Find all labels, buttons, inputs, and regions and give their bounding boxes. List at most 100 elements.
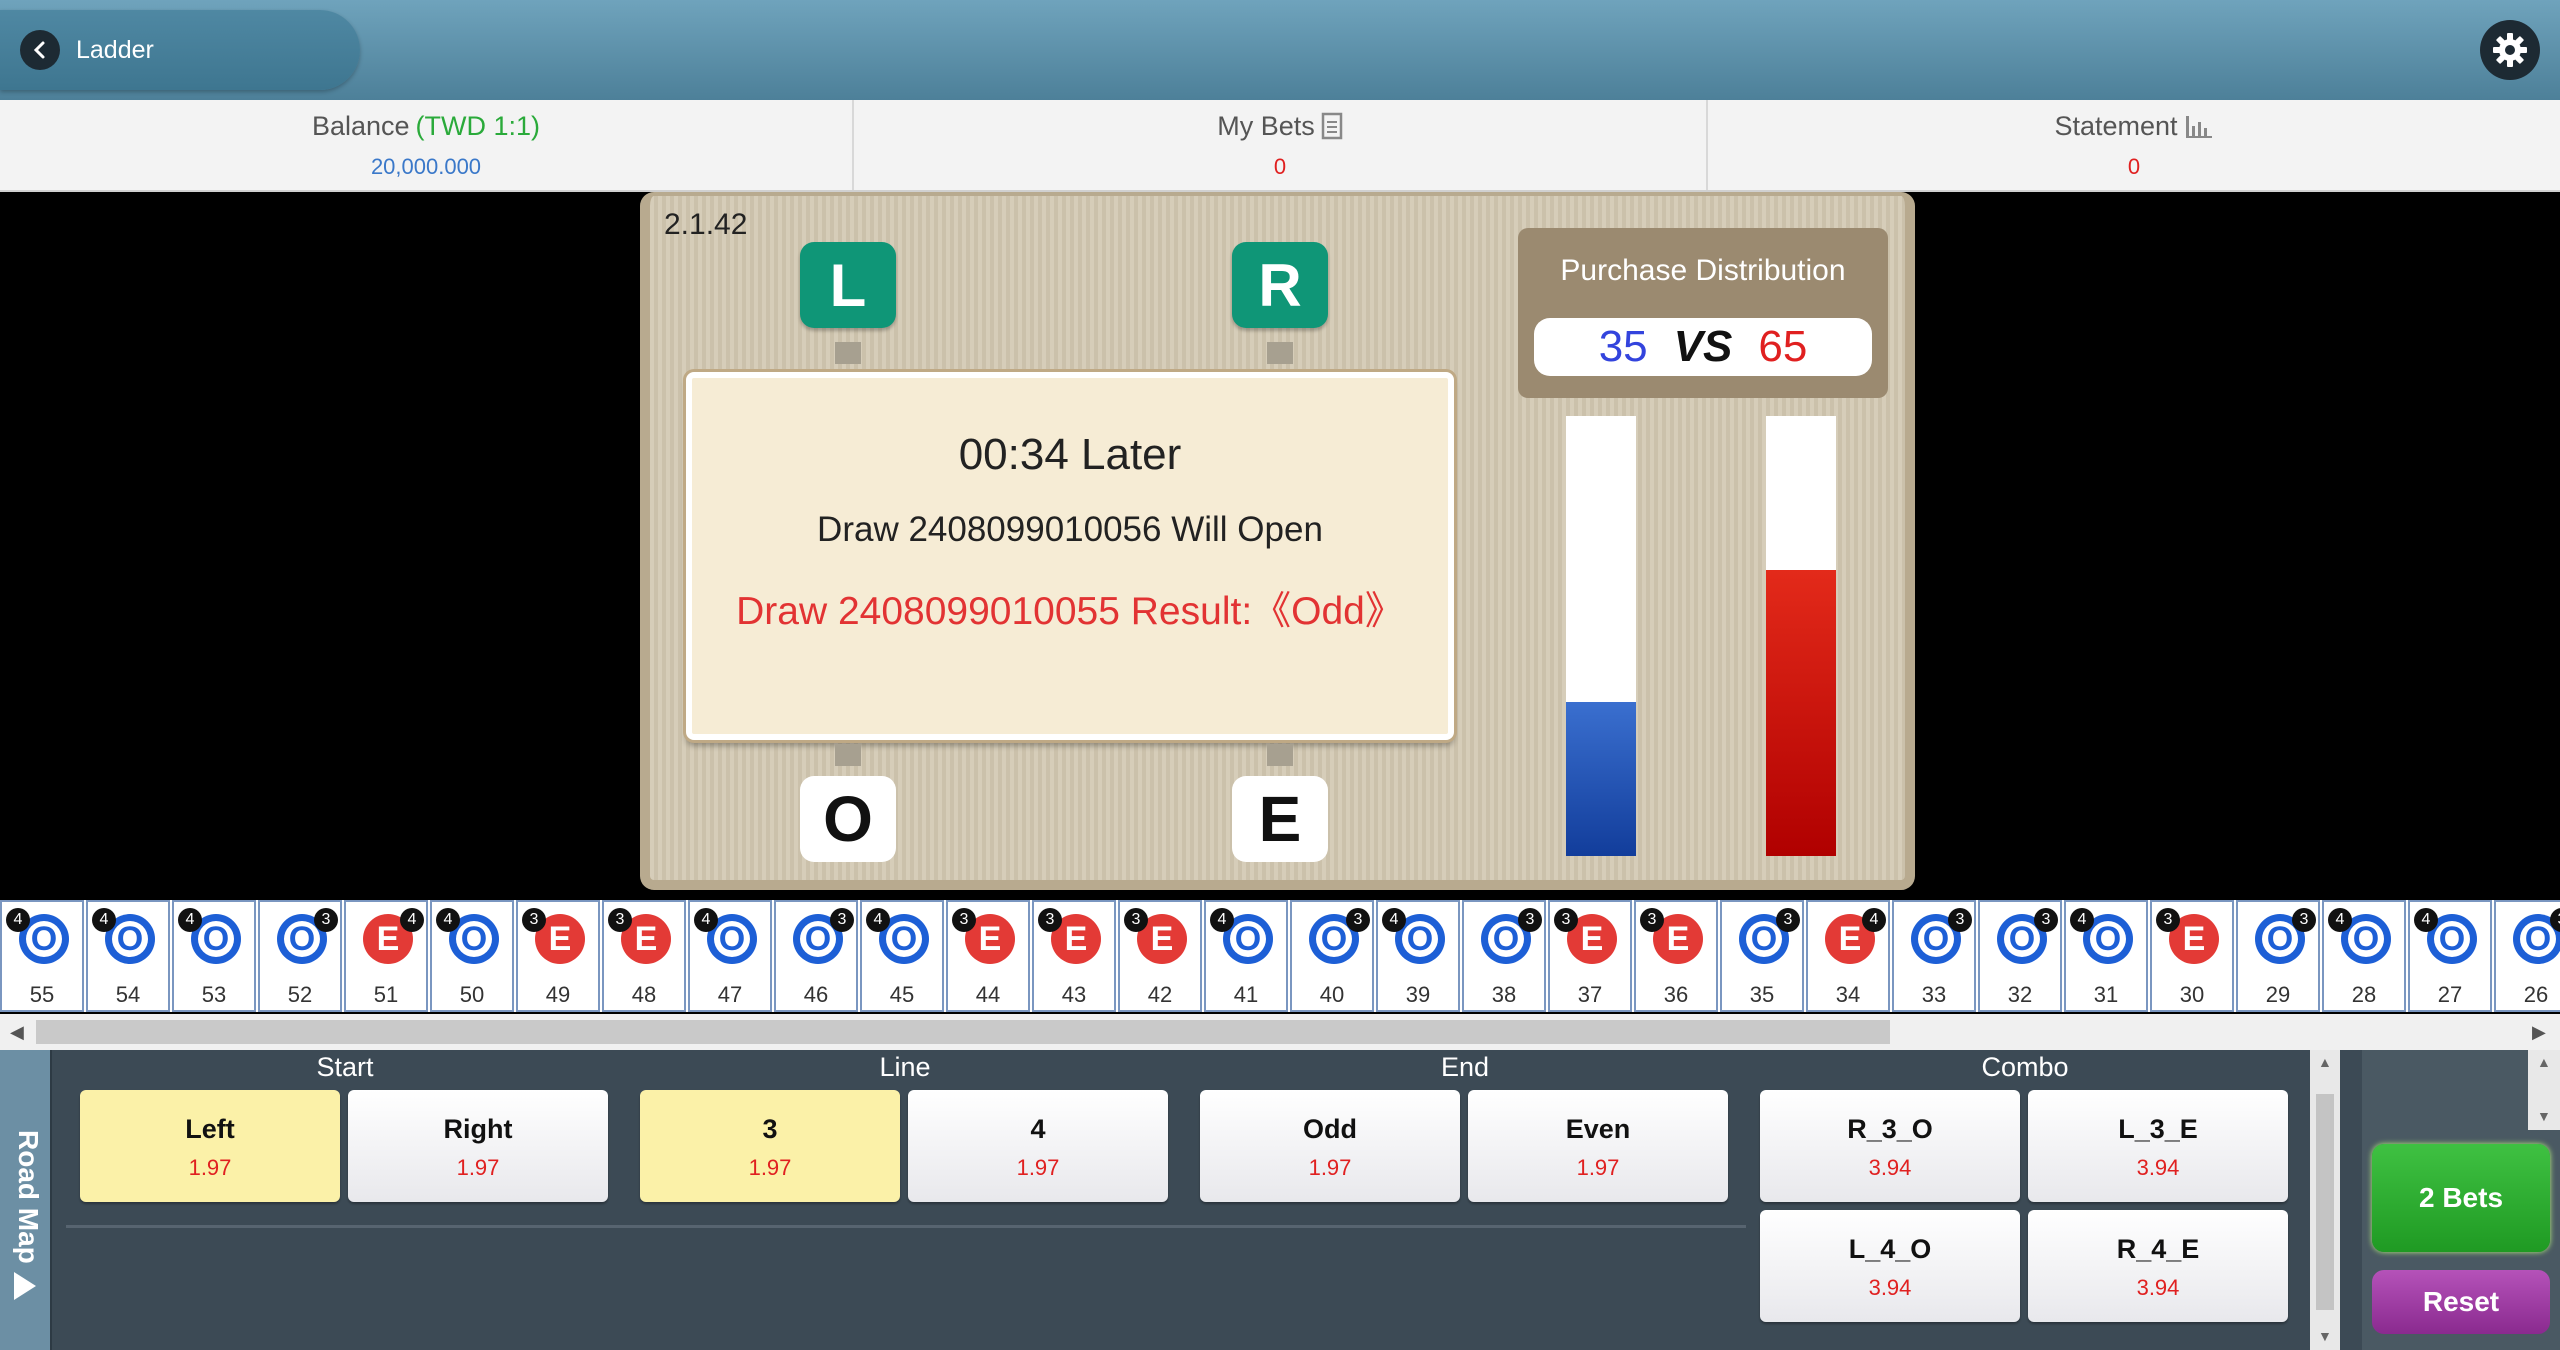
road-cell: O 3 46: [774, 900, 858, 1012]
result-letter: O: [30, 919, 58, 958]
result-letter: E: [1838, 919, 1862, 958]
distribution-meter-left-fill: [1566, 702, 1636, 856]
draw-number: 41: [1233, 982, 1259, 1007]
road-cell: O 4 39: [1376, 900, 1460, 1012]
result-letter: O: [288, 919, 316, 958]
scrollbar-thumb[interactable]: [36, 1020, 1890, 1044]
info-bar: Balance (TWD 1:1) 20,000.000 My Bets 0 S…: [0, 100, 2560, 192]
result-letter: O: [1750, 919, 1778, 958]
ladder-stub: [835, 744, 861, 766]
result-letter: E: [2182, 919, 2206, 958]
road-map-tab[interactable]: Road Map: [0, 1050, 52, 1350]
line-count-badge: 4: [6, 908, 30, 932]
bet-odd-button[interactable]: Odd 1.97: [1200, 1090, 1460, 1202]
balance-value: 20,000.000: [370, 154, 482, 179]
bet-line-3-button[interactable]: 3 1.97: [640, 1090, 900, 1202]
scroll-up-icon[interactable]: ▲: [2537, 1054, 2551, 1070]
scroll-left-icon[interactable]: ◀: [10, 1022, 24, 1043]
scroll-down-icon[interactable]: ▼: [2537, 1108, 2551, 1124]
end-even-marker: E: [1232, 776, 1328, 862]
scroll-right-icon[interactable]: ▶: [2532, 1022, 2546, 1043]
chevron-left-icon[interactable]: [20, 30, 60, 70]
result-letter: E: [1064, 919, 1088, 958]
my-bets-value: 0: [1273, 154, 1287, 179]
bet-line-4-button[interactable]: 4 1.97: [908, 1090, 1168, 1202]
bet-right-button[interactable]: Right 1.97: [348, 1090, 608, 1202]
road-cell: O 4 50: [430, 900, 514, 1012]
draw-message-box: 00:34 Later Draw 2408099010056 Will Open…: [686, 372, 1454, 740]
road-cell: E 3 42: [1118, 900, 1202, 1012]
gear-icon[interactable]: [2480, 20, 2540, 80]
line-count-badge: 4: [1862, 908, 1886, 932]
bet-r-4-e-button[interactable]: R_4_E 3.94: [2028, 1210, 2288, 1322]
road-cell: E 3 30: [2150, 900, 2234, 1012]
start-left-marker: L: [800, 242, 896, 328]
distribution-right-value: 65: [1758, 322, 1808, 371]
reset-button[interactable]: Reset: [2372, 1270, 2550, 1334]
draw-number: 43: [1061, 982, 1087, 1007]
draw-number: 46: [803, 982, 829, 1007]
result-letter: O: [2266, 919, 2294, 958]
end-odd-marker: O: [800, 776, 896, 862]
statement-cell[interactable]: Statement 0: [1708, 100, 2560, 190]
road-cell: E 3 49: [516, 900, 600, 1012]
result-letter: O: [202, 919, 230, 958]
draw-number: 51: [373, 982, 399, 1007]
line-count-badge: 3: [1038, 908, 1062, 932]
result-letter: O: [1406, 919, 1434, 958]
bet-left-button[interactable]: Left 1.97: [80, 1090, 340, 1202]
my-bets-cell[interactable]: My Bets 0: [854, 100, 1708, 190]
bet-label: Right: [443, 1114, 513, 1144]
bet-l-4-o-button[interactable]: L_4_O 3.94: [1760, 1210, 2020, 1322]
line-count-badge: 4: [92, 908, 116, 932]
place-bets-button[interactable]: 2 Bets: [2372, 1144, 2550, 1252]
road-cell: O 3 32: [1978, 900, 2062, 1012]
result-letter: E: [548, 919, 572, 958]
distribution-vs: VS: [1673, 322, 1733, 371]
bet-odds: 1.97: [1016, 1155, 1060, 1180]
bet-label: Odd: [1303, 1114, 1357, 1144]
result-letter: O: [2008, 919, 2036, 958]
next-draw-text: Draw 2408099010056 Will Open: [817, 510, 1323, 549]
bet-odds: 1.97: [188, 1155, 232, 1180]
bet-l-3-e-button[interactable]: L_3_E 3.94: [2028, 1090, 2288, 1202]
result-letter: O: [718, 919, 746, 958]
line-count-badge: 4: [436, 908, 460, 932]
bet-label: Left: [185, 1114, 235, 1144]
road-cell: E 3 37: [1548, 900, 1632, 1012]
distribution-left-value: 35: [1598, 322, 1648, 371]
draw-number: 26: [2523, 982, 2549, 1007]
road-cell: O 3 52: [258, 900, 342, 1012]
mini-scrollbar[interactable]: ▲ ▼: [2528, 1050, 2560, 1130]
bet-odds: 3.94: [1868, 1275, 1912, 1300]
result-road-strip[interactable]: O 4 55 O 4 54 O 4 53 O 3 52 E 4 51 O 4 50 E 3 49 E 3 48 O 4 47 O 3 46…: [0, 900, 2560, 1012]
ladder-stub: [835, 342, 861, 364]
scroll-up-icon[interactable]: ▲: [2318, 1054, 2332, 1070]
line-count-badge: 3: [1948, 908, 1972, 932]
result-letter: E: [1150, 919, 1174, 958]
bet-label: Even: [1565, 1114, 1631, 1144]
road-cell: O 4 31: [2064, 900, 2148, 1012]
balance-label: Balance: [311, 111, 410, 141]
statement-label: Statement: [2054, 111, 2178, 141]
bet-r-3-o-button[interactable]: R_3_O 3.94: [1760, 1090, 2020, 1202]
scrollbar-thumb[interactable]: [2316, 1094, 2334, 1310]
scroll-down-icon[interactable]: ▼: [2318, 1328, 2332, 1344]
road-scrollbar[interactable]: ◀ ▶: [0, 1014, 2560, 1050]
road-cell: E 4 51: [344, 900, 428, 1012]
line-count-badge: 3: [2156, 908, 2180, 932]
back-button[interactable]: Ladder: [0, 10, 360, 90]
bet-even-button[interactable]: Even 1.97: [1468, 1090, 1728, 1202]
panel-divider: [66, 1225, 1746, 1228]
draw-number: 39: [1405, 982, 1431, 1007]
result-letter: O: [1492, 919, 1520, 958]
road-cell: E 3 36: [1634, 900, 1718, 1012]
line-count-badge: 3: [1554, 908, 1578, 932]
bet-label: 3: [762, 1114, 778, 1144]
bet-odds: 3.94: [1868, 1155, 1912, 1180]
line-count-badge: 4: [1382, 908, 1406, 932]
bet-panel-scrollbar[interactable]: ▲ ▼: [2310, 1050, 2340, 1350]
road-cell: E 3 44: [946, 900, 1030, 1012]
draw-number: 50: [459, 982, 485, 1007]
group-title-line: Line: [879, 1052, 931, 1082]
